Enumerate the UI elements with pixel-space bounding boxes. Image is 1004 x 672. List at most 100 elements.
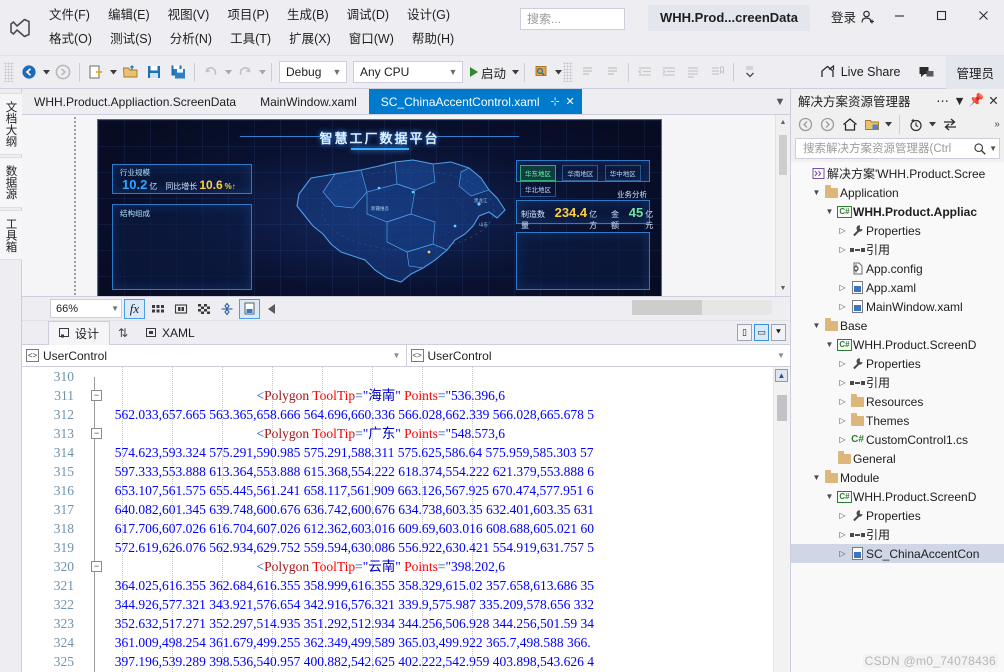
tree-item[interactable]: App.config <box>791 259 1004 278</box>
code-vertical-scrollbar[interactable]: ▲ <box>773 367 790 672</box>
scroll-up-icon[interactable]: ▲ <box>775 369 788 382</box>
collapse-outline-button[interactable]: − <box>91 428 102 439</box>
tree-item[interactable]: ▷ Resources <box>791 392 1004 411</box>
new-project-dropdown[interactable] <box>108 60 118 84</box>
vertical-split-button[interactable]: ▯ <box>737 324 752 341</box>
start-dropdown[interactable] <box>510 60 520 84</box>
glyph-row[interactable] <box>80 500 108 519</box>
home-button[interactable] <box>839 114 860 135</box>
collapsed-chevron-icon[interactable]: ▷ <box>836 283 849 292</box>
pending-changes-button[interactable] <box>905 114 926 135</box>
menu-design[interactable]: 设计(G) <box>398 3 459 27</box>
menu-window[interactable]: 窗口(W) <box>340 27 403 51</box>
code-line[interactable]: 352.632,517.271 352.297,514.935 351.292,… <box>108 614 790 633</box>
navigate-backward-button[interactable] <box>17 60 41 84</box>
zoom-level-combo[interactable]: 66% ▼ <box>50 299 122 318</box>
china-map-graphic[interactable]: 新疆维吾 黑龙江 山东 <box>283 148 533 297</box>
live-visual-tree-button[interactable] <box>529 60 553 84</box>
comment-selection-button[interactable] <box>576 60 600 84</box>
menu-debug[interactable]: 调试(D) <box>338 3 398 27</box>
glyph-row[interactable] <box>80 443 108 462</box>
glyph-row[interactable] <box>80 595 108 614</box>
collapsed-chevron-icon[interactable]: ▷ <box>836 378 849 387</box>
solution-tree[interactable]: 解决方案'WHH.Product.Scree ▼ Application ▼ C# WHH… <box>791 162 1004 672</box>
collapsed-chevron-icon[interactable]: ▷ <box>836 397 849 406</box>
menu-extensions[interactable]: 扩展(X) <box>280 27 340 51</box>
doc-tab-chinaaccentcontrol[interactable]: SC_ChinaAccentControl.xaml ⊹ ✕ <box>368 89 582 114</box>
code-line[interactable]: 562.033,657.665 563.365,658.666 564.696,… <box>108 405 790 424</box>
code-line[interactable]: 397.196,539.289 398.536,540.957 400.882,… <box>108 652 790 671</box>
tree-item[interactable]: ▼ C# WHH.Product.ScreenD <box>791 487 1004 506</box>
tree-item[interactable]: ▷ Properties <box>791 354 1004 373</box>
sign-in-button[interactable]: 登录 <box>831 7 876 26</box>
region-tab-huadong[interactable]: 华东地区 <box>520 165 556 181</box>
glyph-row[interactable]: − <box>80 386 108 405</box>
menu-build[interactable]: 生成(B) <box>278 3 338 27</box>
close-icon[interactable]: ✕ <box>985 91 1002 110</box>
code-line[interactable] <box>108 367 790 386</box>
menu-help[interactable]: 帮助(H) <box>403 27 463 51</box>
designer-horizontal-scrollbar[interactable] <box>632 300 772 315</box>
collapsed-chevron-icon[interactable]: ▷ <box>836 549 849 558</box>
collapsed-chevron-icon[interactable]: ▷ <box>836 245 849 254</box>
save-button[interactable] <box>142 60 166 84</box>
tab-xaml-view[interactable]: XAML <box>136 321 205 345</box>
side-tab-data-sources[interactable]: 数据源 <box>0 157 23 208</box>
save-all-button[interactable] <box>166 60 190 84</box>
collapsed-chevron-icon[interactable]: ▷ <box>836 511 849 520</box>
doc-tab-screendata[interactable]: WHH.Product.Appliaction.ScreenData <box>22 89 248 114</box>
expanded-chevron-icon[interactable]: ▼ <box>823 340 836 349</box>
solution-explorer-search[interactable]: ▼ <box>795 138 1000 159</box>
region-tab-huanan[interactable]: 华南地区 <box>562 165 599 181</box>
collapsed-chevron-icon[interactable]: ▷ <box>836 416 849 425</box>
code-line[interactable]: 597.333,553.888 613.364,553.888 615.368,… <box>108 462 790 481</box>
snap-to-gridlines-button[interactable] <box>170 299 191 319</box>
panel-grip-icon[interactable]: ⋯ <box>934 91 951 110</box>
collapsed-chevron-icon[interactable]: ▷ <box>836 226 849 235</box>
code-text-area[interactable]: <Polygon ToolTip="海南" Points="536.396,6 … <box>108 367 790 672</box>
glyph-row[interactable] <box>80 367 108 386</box>
menu-view[interactable]: 视图(V) <box>159 3 219 27</box>
scroll-up-icon[interactable]: ▲ <box>776 115 790 130</box>
menu-analyze[interactable]: 分析(N) <box>161 27 221 51</box>
back-dropdown[interactable] <box>41 60 51 84</box>
tree-item[interactable]: ▼ Application <box>791 183 1004 202</box>
side-tab-toolbox[interactable]: 工具箱 <box>0 209 23 260</box>
toolbar-overflow-button[interactable]: » <box>990 114 1004 135</box>
outlining-margin[interactable]: − − − <box>80 367 108 672</box>
tree-item[interactable]: ▼ C# WHH.Product.ScreenD <box>791 335 1004 354</box>
collapsed-chevron-icon[interactable]: ▷ <box>836 359 849 368</box>
tree-item[interactable]: ▼ Base <box>791 316 1004 335</box>
region-tab-huazhong[interactable]: 华中地区 <box>604 165 641 181</box>
code-line[interactable]: <Polygon ToolTip="云南" Points="398.202,6 <box>108 557 790 576</box>
start-debug-button[interactable]: 启动 <box>466 60 510 84</box>
code-line[interactable]: 653.107,561.575 655.445,561.241 658.117,… <box>108 481 790 500</box>
maximize-button[interactable] <box>920 0 962 30</box>
glyph-row[interactable]: − <box>80 557 108 576</box>
tree-item[interactable]: ▷ App.xaml <box>791 278 1004 297</box>
live-share-button[interactable]: Live Share <box>814 60 907 84</box>
new-project-button[interactable] <box>84 60 108 84</box>
code-scroll-thumb[interactable] <box>777 395 787 421</box>
tree-item[interactable]: ▷ MainWindow.xaml <box>791 297 1004 316</box>
undo-dropdown[interactable] <box>223 60 233 84</box>
effects-toggle-button[interactable]: fx <box>124 298 145 319</box>
expanded-chevron-icon[interactable]: ▼ <box>810 473 823 482</box>
tree-item[interactable]: ▷ Properties <box>791 506 1004 525</box>
menu-file[interactable]: 文件(F) <box>40 3 99 27</box>
designer-hscroll-thumb[interactable] <box>632 300 702 315</box>
designer-collapse-button[interactable] <box>262 299 283 319</box>
solution-configuration-combo[interactable]: Debug ▼ <box>279 61 347 83</box>
designer-vertical-scrollbar[interactable]: ▲ ▼ <box>775 115 790 296</box>
tree-item[interactable]: ▷ SC_ChinaAccentCon <box>791 544 1004 563</box>
tree-item[interactable]: General <box>791 449 1004 468</box>
uncomment-selection-button[interactable] <box>600 60 624 84</box>
quick-launch-search[interactable] <box>520 8 697 30</box>
increase-indent-button[interactable] <box>657 60 681 84</box>
xaml-code-editor[interactable]: 310 311 312 313 314 315 316 317 318 319 320 321 322 3… <box>22 367 790 672</box>
glyph-row[interactable]: − <box>80 424 108 443</box>
swap-panes-button[interactable]: ⇅ <box>110 326 136 340</box>
redo-button[interactable] <box>233 60 257 84</box>
toggle-bookmark-button[interactable] <box>705 60 729 84</box>
toolbar-grip-2[interactable] <box>563 62 574 82</box>
